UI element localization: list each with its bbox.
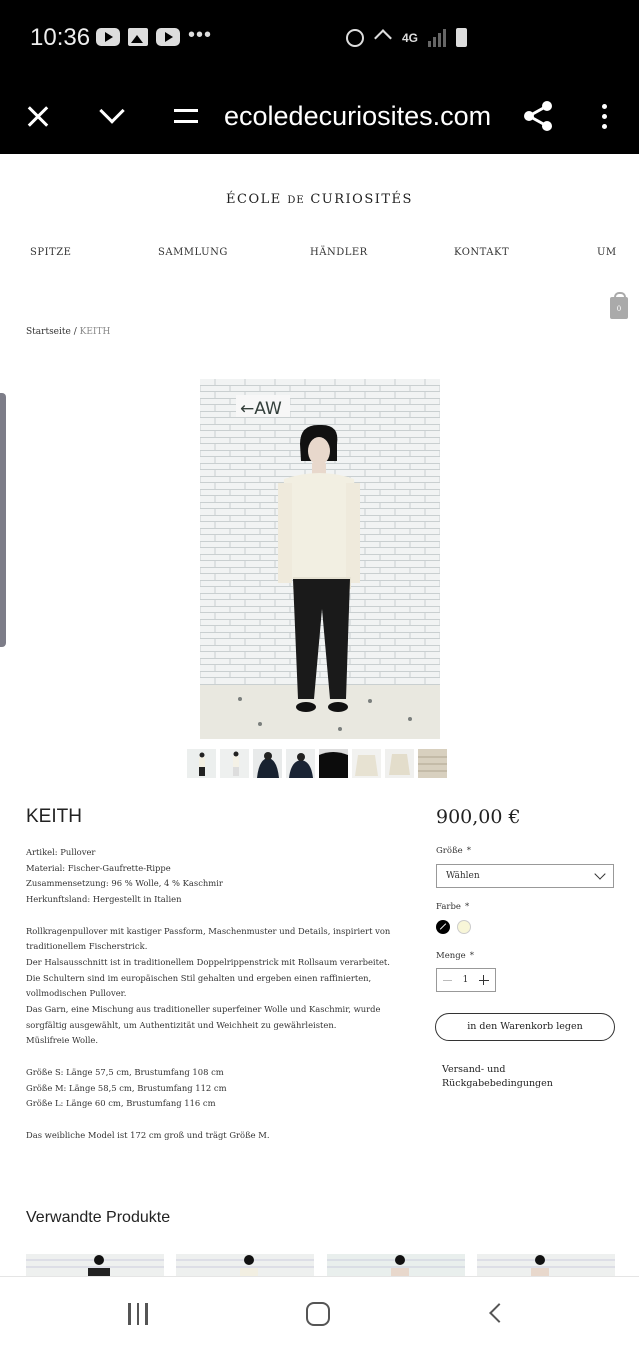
thumbnail-8[interactable]	[418, 749, 447, 778]
quantity-label: Menge *	[436, 951, 474, 961]
thumbnail-3[interactable]	[253, 749, 282, 778]
breadcrumb: Startseite / KEITH	[26, 327, 111, 337]
status-time: 10:36	[30, 24, 91, 51]
description-line: Rollkragenpullover mit kastiger Passform…	[26, 925, 391, 952]
thumbnail-1[interactable]	[187, 749, 216, 778]
detail-line: Material: Fischer-Gaufrette-Rippe	[26, 862, 171, 873]
thumbnail-6[interactable]	[352, 749, 381, 778]
size-line: Größe S: Länge 57,5 cm, Brustumfang 108 …	[26, 1066, 224, 1077]
share-icon[interactable]	[516, 94, 560, 138]
description-line: Das Garn, eine Mischung aus traditionell…	[26, 1004, 381, 1030]
battery-charging-icon	[456, 28, 467, 47]
minus-icon[interactable]	[443, 979, 452, 981]
browser-toolbar: ecoledecuriosites.com	[0, 80, 639, 154]
status-system-icons: 4G	[345, 28, 467, 47]
status-notification-icons: •••	[96, 24, 213, 46]
description-line: Müslifreie Wolle.	[26, 1035, 99, 1046]
mute-icon	[374, 28, 392, 47]
nav-kontakt[interactable]: KONTAKT	[454, 247, 509, 258]
youtube-icon	[156, 28, 180, 46]
thumbnail-4[interactable]	[286, 749, 315, 778]
alarm-icon	[345, 28, 364, 47]
breadcrumb-current: KEITH	[79, 327, 111, 337]
detail-line: Artikel: Pullover	[26, 847, 96, 857]
product-title: KEITH	[26, 806, 82, 827]
thumbnail-7[interactable]	[385, 749, 414, 778]
color-swatch-black[interactable]	[436, 920, 450, 934]
url-display[interactable]: ecoledecuriosites.com	[224, 94, 491, 138]
product-main-image[interactable]: ←AW	[200, 379, 440, 739]
thumbnail-strip	[187, 749, 447, 778]
nav-um[interactable]: UM	[597, 247, 617, 258]
site-logo[interactable]: ÉCOLE DE CURIOSITÉS	[0, 192, 639, 207]
size-label: Größe *	[436, 846, 471, 856]
size-line: Größe L: Länge 60 cm, Brustumfang 116 cm	[26, 1098, 216, 1109]
shipping-returns-link[interactable]: Versand- und Rückgabebedingungen	[442, 1063, 572, 1091]
thumbnail-5[interactable]	[319, 749, 348, 778]
cart-count: 0	[616, 305, 622, 313]
color-swatch-cream[interactable]	[457, 920, 471, 934]
thumbnail-2[interactable]	[220, 749, 249, 778]
product-description: Artikel: Pullover Material: Fischer-Gauf…	[26, 845, 396, 1143]
size-line: Größe M: Länge 58,5 cm, Brustumfang 112 …	[26, 1082, 227, 1093]
detail-line: Herkunftsland: Hergestellt in Italien	[26, 894, 182, 905]
related-products-heading: Verwandte Produkte	[26, 1209, 171, 1226]
system-navigation-bar	[0, 1276, 639, 1350]
kebab-menu-icon[interactable]	[582, 94, 626, 138]
nav-haendler[interactable]: HÄNDLER	[310, 247, 368, 258]
model-note: Das weibliche Model ist 172 cm groß und …	[26, 1129, 270, 1140]
wall-sign: ←AW	[240, 399, 282, 419]
add-to-cart-button[interactable]: in den Warenkorb legen	[435, 1013, 615, 1041]
color-label: Farbe *	[436, 902, 470, 912]
more-dots-icon: •••	[188, 24, 213, 46]
youtube-icon	[96, 28, 120, 46]
chevron-down-icon[interactable]	[90, 94, 134, 138]
home-icon[interactable]	[306, 1302, 330, 1326]
quantity-stepper: 1	[436, 968, 496, 992]
related-product-1[interactable]	[26, 1254, 164, 1276]
product-price: 900,00 €	[436, 806, 521, 828]
related-product-2[interactable]	[176, 1254, 314, 1276]
scroll-indicator[interactable]	[0, 393, 6, 647]
network-type: 4G	[401, 30, 418, 45]
back-icon[interactable]	[489, 1303, 509, 1323]
related-product-4[interactable]	[477, 1254, 615, 1276]
signal-icon	[428, 28, 446, 47]
detail-line: Zusammensetzung: 96 % Wolle, 4 % Kaschmi…	[26, 878, 223, 889]
recents-icon[interactable]	[128, 1303, 148, 1325]
chevron-down-icon	[594, 868, 606, 880]
related-product-3[interactable]	[327, 1254, 465, 1276]
plus-icon[interactable]	[478, 975, 489, 985]
nav-spitze[interactable]: SPITZE	[30, 247, 71, 258]
status-bar: 10:36 ••• 4G	[0, 0, 639, 80]
size-select[interactable]: Wählen	[436, 864, 614, 888]
breadcrumb-home[interactable]: Startseite	[26, 327, 71, 337]
gallery-icon	[128, 28, 148, 46]
close-icon[interactable]	[16, 94, 60, 138]
nav-sammlung[interactable]: SAMMLUNG	[158, 247, 228, 258]
cart-icon[interactable]: 0	[610, 292, 628, 319]
tune-icon[interactable]	[164, 94, 208, 138]
quantity-value[interactable]: 1	[463, 975, 469, 985]
description-line: Der Halsausschnitt ist in traditionellem…	[26, 956, 390, 999]
